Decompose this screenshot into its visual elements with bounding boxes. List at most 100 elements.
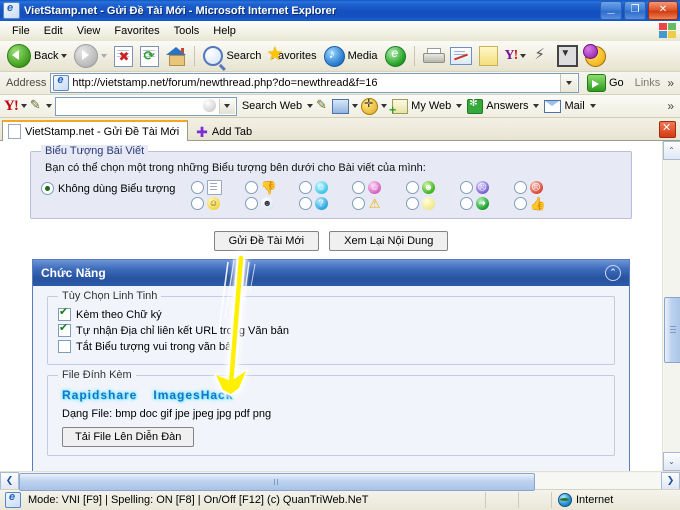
home-button[interactable] — [163, 44, 189, 68]
emoticon-option-blue-question[interactable]: ? — [298, 197, 353, 210]
links-label[interactable]: Links — [632, 77, 664, 89]
radio-thumbs-up[interactable] — [513, 197, 527, 210]
emoticon-option-yellow-smiley[interactable]: ☺ — [191, 197, 245, 210]
emoticon-option-purple-sad[interactable]: ☹ — [459, 180, 514, 195]
emoticon-option-green-arrow[interactable]: ➜ — [459, 197, 514, 210]
menu-edit[interactable]: Edit — [37, 23, 70, 39]
refresh-button[interactable]: ⟳ — [137, 44, 162, 68]
yahoo-logo-icon[interactable]: Y! — [4, 98, 19, 114]
back-button[interactable]: Back — [4, 44, 70, 68]
mail-dropdown-icon[interactable] — [589, 104, 596, 108]
search-button[interactable]: Search — [200, 44, 264, 68]
menu-favorites[interactable]: Favorites — [107, 23, 166, 39]
no-icon-option[interactable]: Không dùng Biểu tượng — [41, 180, 191, 195]
imageshack-link[interactable]: ImagesHack — [153, 388, 233, 402]
option-autolink[interactable]: Tự nhận Địa chỉ liên kết URL trong Văn b… — [58, 321, 604, 337]
messenger-status-button[interactable] — [582, 43, 609, 68]
scroll-left-button[interactable]: ❮ — [0, 471, 19, 490]
radio-green-arrow[interactable] — [459, 197, 473, 210]
radio-purple-sad[interactable] — [459, 181, 473, 194]
back-dropdown-icon[interactable] — [61, 54, 68, 58]
toolbar-overflow-icon[interactable]: » — [667, 76, 676, 90]
preview-button[interactable]: Xem Lại Nội Dung — [329, 231, 449, 251]
history-button[interactable] — [382, 44, 409, 68]
address-dropdown-icon[interactable] — [559, 74, 577, 92]
horizontal-scroll-track[interactable] — [19, 472, 661, 491]
horizontal-scroll-thumb[interactable] — [19, 472, 535, 491]
forward-button[interactable] — [71, 44, 110, 68]
radio-green-grin[interactable] — [406, 181, 419, 194]
emoticon-option-thumbs-up[interactable]: 👍 — [513, 197, 568, 210]
tab-vietstamp[interactable]: VietStamp.net - Gửi Đề Tài Mới — [2, 120, 189, 141]
antivirus-button[interactable] — [530, 44, 553, 68]
tabs-icon[interactable] — [332, 98, 350, 114]
yahoo-messenger-button[interactable]: Y! — [502, 44, 530, 68]
anti-spy-icon[interactable] — [361, 97, 379, 115]
menu-tools[interactable]: Tools — [167, 23, 207, 39]
add-tab-button[interactable]: ✚ Add Tab — [188, 122, 260, 141]
close-tab-button[interactable] — [659, 121, 676, 138]
mail-button[interactable]: Mail — [542, 99, 586, 113]
emoticon-option-red-angry[interactable]: ☹ — [513, 180, 568, 195]
vertical-scroll-thumb[interactable] — [663, 297, 680, 364]
menu-file[interactable]: File — [5, 23, 37, 39]
menu-help[interactable]: Help — [206, 23, 243, 39]
yahoo-overflow-icon[interactable]: » — [667, 99, 676, 113]
emoticon-option-green-grin[interactable]: ☻ — [406, 180, 460, 195]
search-web-dropdown-icon[interactable] — [307, 104, 314, 108]
answers-dropdown-icon[interactable] — [533, 104, 540, 108]
notes-button[interactable] — [476, 44, 501, 68]
emoticon-option-warning[interactable]: ⚠ — [352, 197, 406, 210]
emoticon-option-cyan-smiley[interactable]: ☺ — [298, 180, 353, 195]
favorites-button[interactable]: Favorites — [265, 43, 319, 68]
yahoo-dropdown-icon[interactable] — [520, 54, 527, 58]
my-web-button[interactable]: My Web — [389, 98, 453, 117]
option-disable-smilies[interactable]: Tắt Biểu tượng vui trong văn bản — [58, 340, 604, 353]
emoticon-option-pink-smiley[interactable]: ☺ — [352, 180, 406, 195]
print-button[interactable] — [420, 44, 446, 68]
autolink-checkbox[interactable] — [58, 321, 71, 337]
minimize-button[interactable]: _ — [600, 1, 622, 20]
horizontal-scrollbar[interactable]: ❮ ❯ — [0, 471, 680, 491]
upload-file-button[interactable]: Tải File Lên Diễn Đàn — [62, 427, 195, 447]
yahoo-menu-icon[interactable] — [20, 104, 27, 108]
radio-lightbulb[interactable] — [406, 197, 419, 210]
radio-blue-question[interactable] — [298, 197, 312, 210]
yahoo-search-dropdown-icon[interactable] — [218, 98, 235, 114]
radio-red-angry[interactable] — [513, 181, 527, 194]
scroll-up-button[interactable]: ⌃ — [662, 141, 680, 160]
yahoo-search-input[interactable] — [54, 96, 237, 116]
menu-view[interactable]: View — [70, 23, 108, 39]
address-input[interactable]: http://vietstamp.net/forum/newthread.php… — [50, 73, 579, 93]
radio-yellow-smiley[interactable] — [191, 197, 204, 210]
answers-button[interactable]: Answers — [465, 98, 530, 114]
emoticon-option-sunglasses[interactable]: ☻ — [244, 197, 299, 210]
anti-spy-dropdown-icon[interactable] — [381, 104, 388, 108]
vertical-scrollbar[interactable]: ⌃ ⌄ — [662, 141, 680, 471]
pencil-dropdown-icon[interactable] — [45, 104, 52, 108]
emoticon-option-lightbulb[interactable] — [406, 197, 460, 210]
rapidshare-link[interactable]: Rapidshare — [62, 388, 137, 402]
emoticon-option-document[interactable] — [191, 180, 245, 195]
no-icon-radio[interactable] — [41, 182, 54, 195]
chevron-up-icon[interactable]: ⌃ — [605, 265, 621, 281]
scroll-right-button[interactable]: ❯ — [661, 471, 680, 490]
pencil-icon[interactable] — [30, 97, 43, 113]
tabs-dropdown-icon[interactable] — [352, 104, 359, 108]
edit-button[interactable] — [447, 44, 475, 68]
highlighter-icon[interactable] — [316, 97, 329, 113]
radio-document[interactable] — [191, 181, 204, 194]
vertical-scroll-track[interactable] — [663, 160, 680, 452]
go-button[interactable]: Go — [583, 74, 628, 92]
radio-sunglasses[interactable] — [244, 197, 258, 210]
radio-cyan-smiley[interactable] — [298, 181, 312, 194]
maximize-button[interactable]: ❐ — [624, 1, 646, 20]
download-manager-button[interactable] — [554, 44, 581, 68]
search-web-button[interactable]: Search Web — [240, 100, 304, 112]
submit-thread-button[interactable]: Gửi Đề Tài Mới — [213, 231, 320, 251]
disable-smilies-checkbox[interactable] — [58, 340, 71, 353]
radio-thumbs-down[interactable] — [244, 181, 258, 194]
media-button[interactable]: Media — [321, 44, 381, 68]
my-web-dropdown-icon[interactable] — [456, 104, 463, 108]
scroll-down-button[interactable]: ⌄ — [662, 452, 680, 471]
